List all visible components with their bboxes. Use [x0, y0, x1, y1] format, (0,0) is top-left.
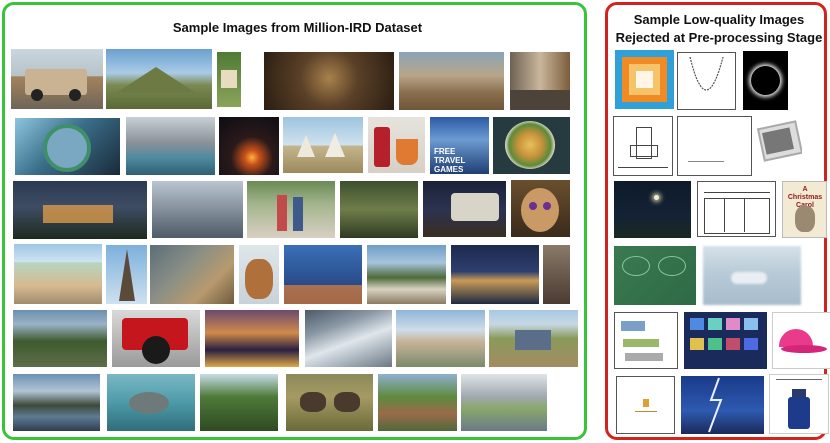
photo-glacier-valley	[305, 310, 392, 367]
photo-city-bridge	[461, 374, 547, 431]
rejected-lightning-storm	[681, 376, 764, 434]
photo-hammock-forest	[340, 181, 418, 238]
rejected-book-cover: A Christmas Carol	[782, 181, 827, 238]
rejected-stacked-photos	[756, 116, 802, 170]
rejected-app-icon-grid	[684, 312, 767, 369]
photo-mountain-lake	[13, 374, 100, 431]
photo-city-river	[152, 181, 243, 238]
photo-colorful-street	[14, 244, 102, 304]
photo-crowd-festival	[543, 245, 570, 304]
photo-european-town	[396, 310, 485, 367]
rejected-title-line2: Rejected at Pre-processing Stage	[615, 30, 823, 45]
photo-rv-camper-night	[423, 181, 506, 237]
photo-dark-interior	[264, 52, 394, 110]
photo-salad-plate	[493, 117, 570, 174]
photo-highland-cow	[239, 245, 279, 304]
photo-forest-stream	[13, 310, 107, 367]
photo-village-hills	[367, 245, 446, 304]
photo-clown-mask	[511, 180, 570, 237]
photo-glacier-lake	[126, 117, 215, 175]
photo-rhino-grassland	[286, 374, 373, 431]
rejected-title-line1: Sample Low-quality Images	[633, 12, 805, 27]
photo-garden-house	[378, 374, 457, 431]
necklace-curve	[689, 56, 724, 91]
photo-eiffel-tower	[106, 245, 147, 304]
photo-people-walking	[247, 181, 335, 238]
free-travel-games-label: FREE TRAVEL GAMES	[434, 147, 466, 174]
rejected-samples-title: Sample Low-quality Images Rejected at Pr…	[608, 11, 830, 47]
rejected-samples-panel: Sample Low-quality Images Rejected at Pr…	[605, 2, 830, 440]
rejected-product-sheet	[614, 312, 678, 369]
rejected-necklace-sketch	[677, 52, 736, 110]
photo-pickup-truck	[11, 49, 103, 109]
photo-temple-city-night	[205, 310, 299, 367]
dataset-samples-panel: Sample Images from Million-IRD Dataset F…	[2, 2, 587, 440]
photo-cocktail-drinks	[368, 117, 425, 173]
rejected-blank-document	[677, 116, 752, 176]
lightning-bolt	[708, 377, 723, 433]
photo-desert-ruins	[399, 52, 504, 110]
photo-mountain-valley	[106, 49, 212, 109]
rejected-green-chalkboard	[614, 246, 696, 305]
photo-garden-sign	[217, 52, 241, 107]
rejected-form-table	[697, 181, 776, 237]
dataset-samples-title: Sample Images from Million-IRD Dataset	[172, 20, 423, 35]
rejected-solar-eclipse	[743, 51, 788, 110]
rejected-small-logo	[616, 376, 675, 434]
rejected-blurry-boat	[703, 246, 801, 305]
photo-campfire-night	[219, 117, 279, 175]
photo-farmhouse-aerial	[489, 310, 578, 367]
rejected-concentric-squares	[615, 50, 674, 109]
rejected-bottle-label	[769, 374, 829, 434]
rejected-technical-drawing	[613, 116, 673, 176]
photo-red-jeep	[112, 310, 200, 367]
photo-house-dusk	[13, 181, 147, 239]
photo-free-travel-games: FREE TRAVEL GAMES	[430, 117, 489, 174]
photo-tipi-camp	[283, 117, 363, 173]
photo-manatee-underwater	[107, 374, 195, 431]
photo-cricket-team	[284, 245, 362, 304]
photo-astronaut-kid	[15, 118, 120, 175]
rejected-pink-visor-cap	[772, 312, 830, 369]
photo-shop-interior	[510, 52, 570, 110]
photo-classical-painting	[150, 245, 234, 304]
photo-harbor-night	[451, 245, 539, 304]
rejected-dark-night-lot	[614, 181, 691, 238]
photo-jungle-path	[200, 374, 278, 431]
